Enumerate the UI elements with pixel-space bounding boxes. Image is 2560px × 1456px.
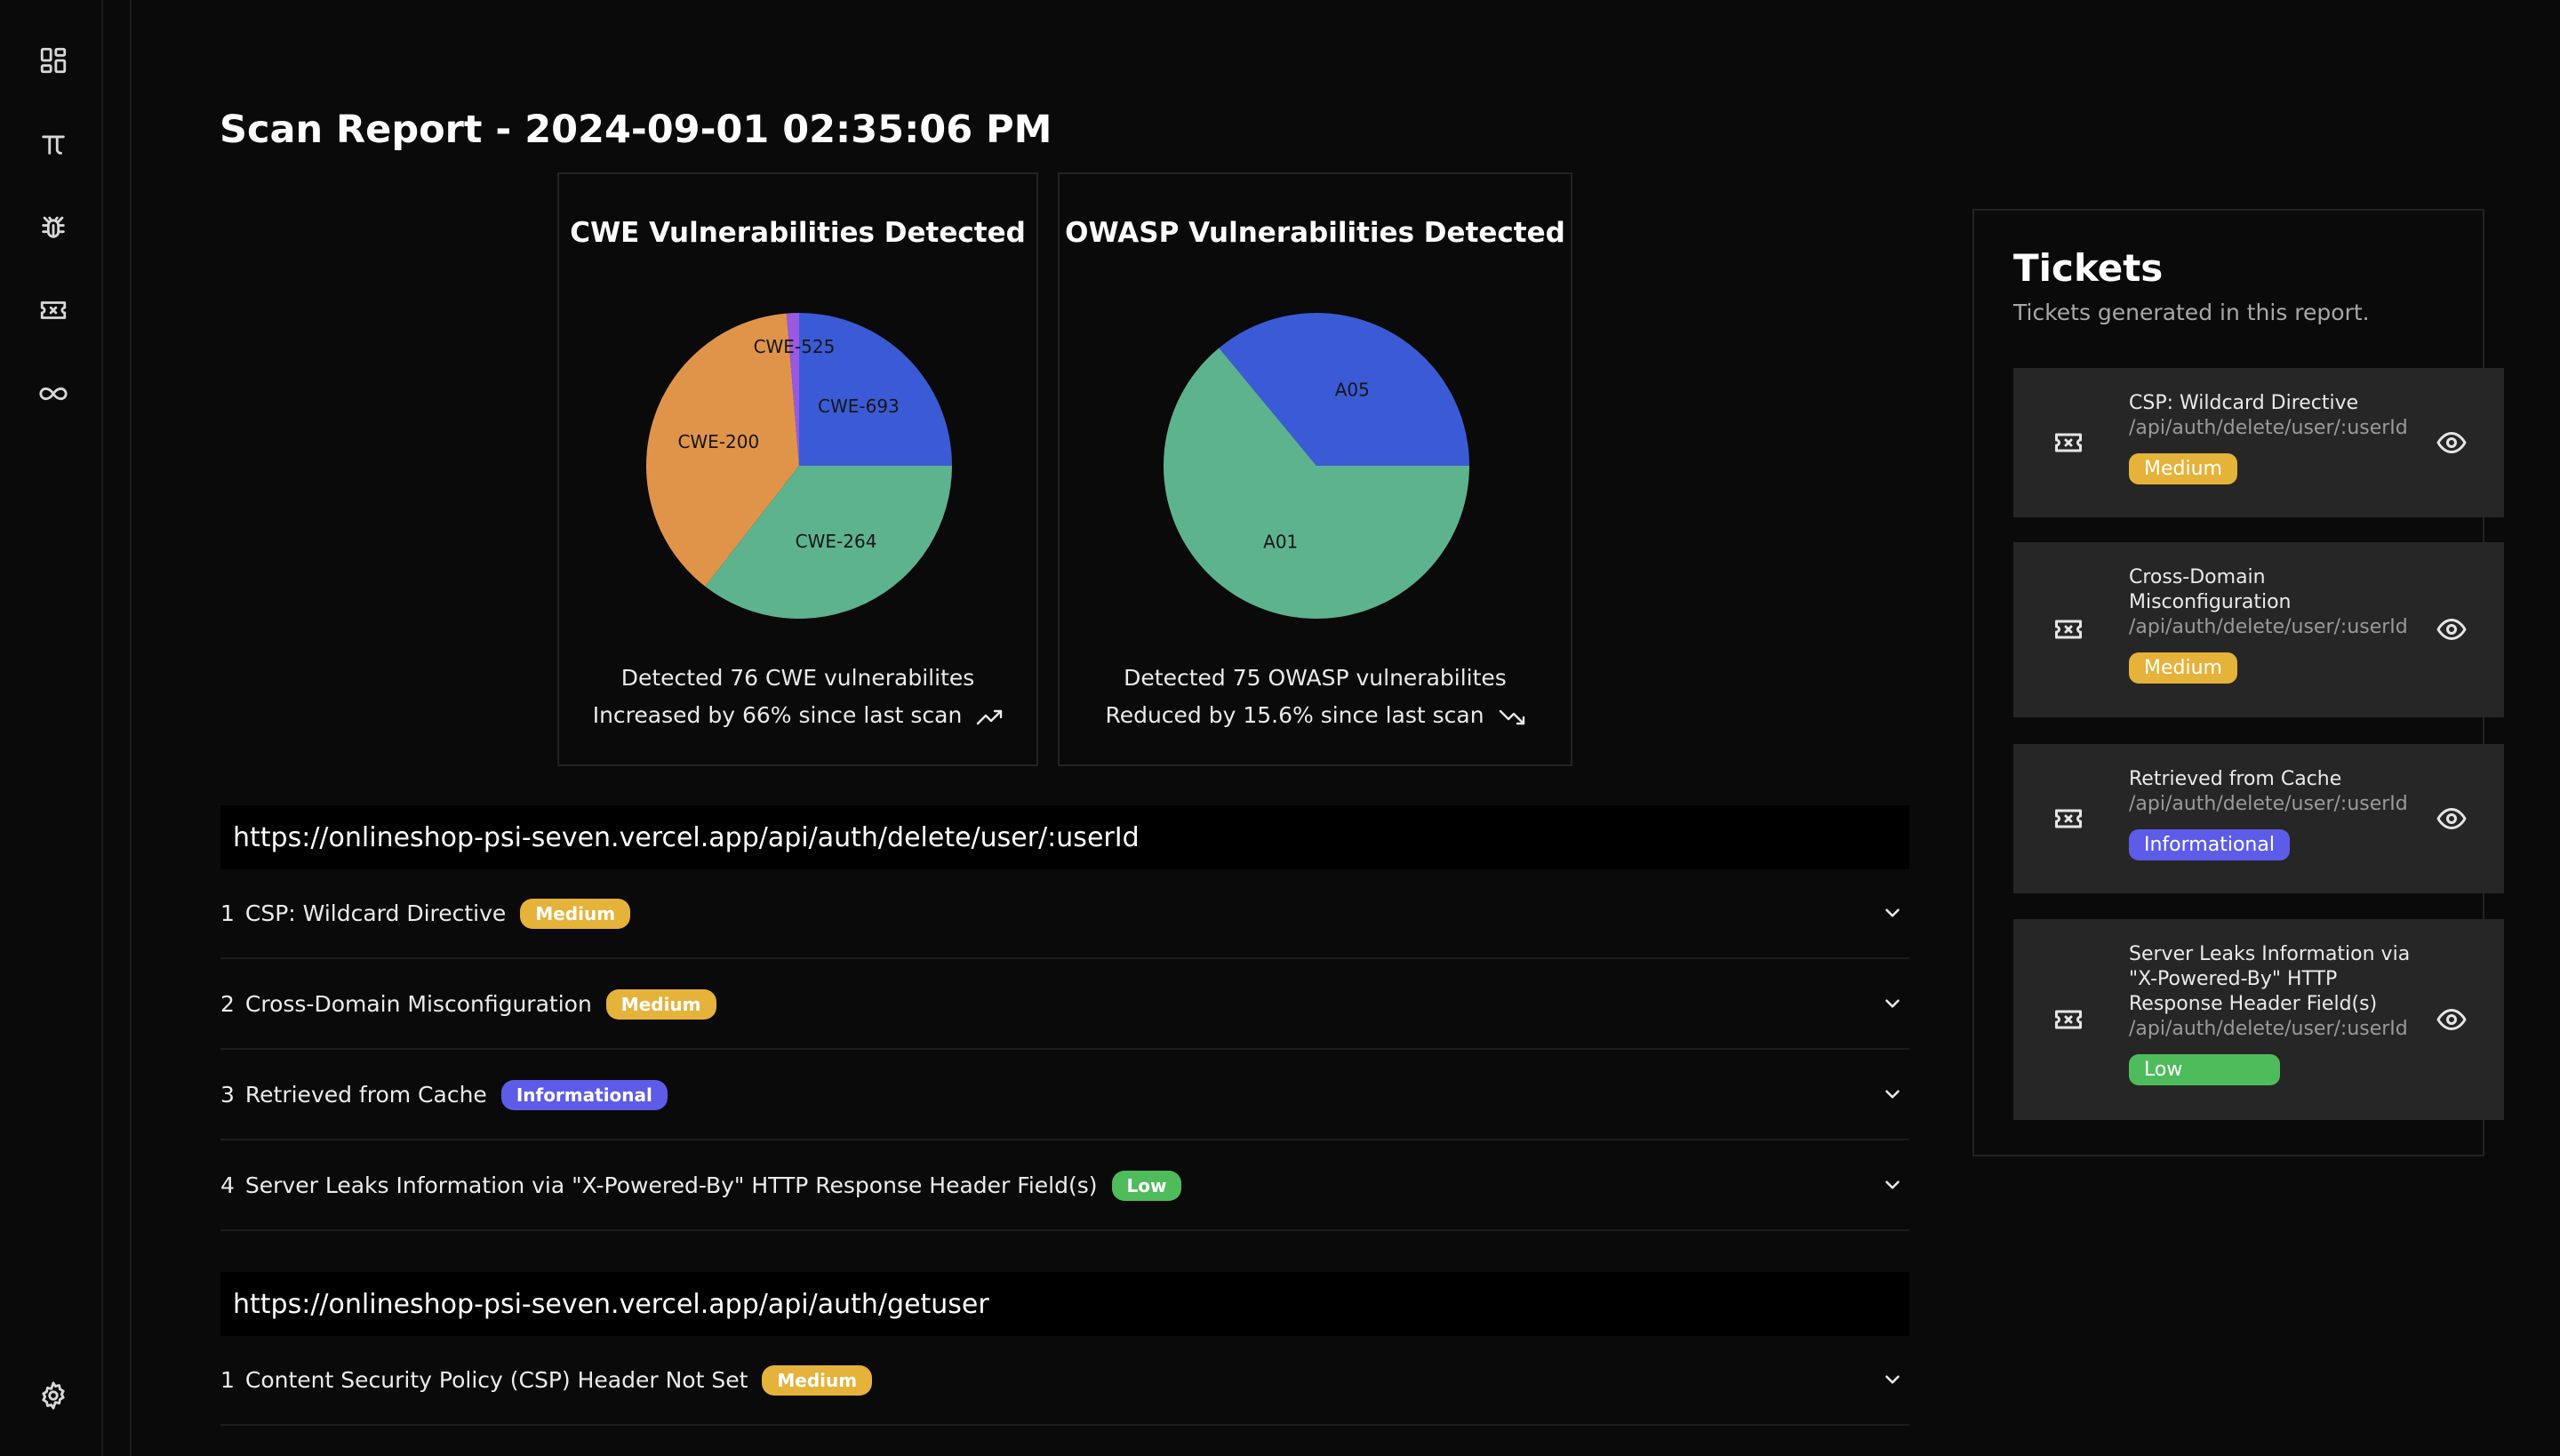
bug-icon[interactable] <box>33 206 74 247</box>
severity-badge: Informational <box>2129 829 2290 860</box>
infinity-icon[interactable] <box>33 373 74 414</box>
dashboard-icon[interactable] <box>33 40 74 81</box>
vulnerability-row[interactable]: 1 CSP: Wildcard Directive Medium <box>220 869 1909 959</box>
ticket-icon <box>2052 803 2084 835</box>
ticket-path: /api/auth/delete/user/:userId <box>2129 1018 2408 1040</box>
severity-badge: Medium <box>2129 453 2237 484</box>
eye-icon[interactable] <box>2436 427 2468 459</box>
ticket-icon <box>2052 613 2084 645</box>
ticket-name: Cross-Domain Misconfiguration <box>2129 566 2292 613</box>
ticket-name: CSP: Wildcard Directive <box>2129 392 2359 414</box>
trending-up-icon <box>976 707 1003 726</box>
row-number: 1 <box>220 1367 235 1393</box>
vulnerability-row[interactable]: 3 Retrieved from Cache Informational <box>220 1051 1909 1140</box>
row-number: 4 <box>220 1172 235 1198</box>
vulnerability-row[interactable]: 1 Content Security Policy (CSP) Header N… <box>220 1336 1909 1426</box>
row-number: 1 <box>220 900 235 926</box>
chevron-down-icon[interactable] <box>1881 1083 1904 1106</box>
ticket-icon[interactable] <box>33 290 74 331</box>
chart-title: CWE Vulnerabilities Detected <box>570 217 1026 249</box>
pie-label: A01 <box>1263 532 1298 553</box>
ticket-icon <box>2052 1004 2084 1036</box>
vulnerability-name: Cross-Domain Misconfiguration <box>244 991 592 1017</box>
ticket-path: /api/auth/delete/user/:userId <box>2129 417 2408 439</box>
pi-icon[interactable] <box>33 123 74 164</box>
gear-icon[interactable] <box>33 1375 74 1416</box>
pie-label: CWE-200 <box>677 431 759 452</box>
ticket-body: Cross-Domain Misconfiguration /api/auth/… <box>2129 565 2422 684</box>
ticket-name: Retrieved from Cache <box>2129 768 2342 790</box>
trend-text: Increased by 66% since last scan <box>592 702 963 728</box>
severity-badge: Medium <box>520 898 631 929</box>
severity-badge: Low <box>1111 1170 1182 1201</box>
chevron-down-icon[interactable] <box>1881 992 1904 1015</box>
vulnerability-name: CSP: Wildcard Directive <box>244 900 507 926</box>
row-number: 3 <box>220 1082 235 1108</box>
chart-trend: Reduced by 15.6% since last scan <box>1060 702 1571 728</box>
pie-label: CWE-264 <box>796 531 877 552</box>
chart-title: OWASP Vulnerabilities Detected <box>1065 217 1565 249</box>
chevron-down-icon[interactable] <box>1881 1368 1904 1391</box>
vulnerability-name: Server Leaks Information via "X-Powered-… <box>244 1172 1098 1198</box>
chart-trend: Increased by 66% since last scan <box>559 702 1036 728</box>
vulnerability-row[interactable]: 4 Server Leaks Information via "X-Powere… <box>220 1141 1909 1231</box>
ticket-path: /api/auth/delete/user/:userId <box>2129 793 2408 815</box>
vulnerability-name: Content Security Policy (CSP) Header Not… <box>244 1367 748 1393</box>
severity-badge: Low <box>2129 1054 2281 1085</box>
eye-icon[interactable] <box>2436 1004 2468 1036</box>
sidebar <box>0 0 103 1456</box>
trending-down-icon <box>1499 707 1525 726</box>
pie-label: CWE-693 <box>818 396 900 417</box>
page-title: Scan Report - 2024-09-01 02:35:06 PM <box>220 107 1052 152</box>
chart-summary: Detected 76 CWE vulnerabilites <box>620 665 975 691</box>
ticket-card[interactable]: Server Leaks Information via "X-Powered-… <box>2013 919 2504 1120</box>
owasp-chart-card: OWASP Vulnerabilities Detected A05 A01 De… <box>1058 172 1572 766</box>
row-number: 2 <box>220 991 235 1017</box>
tickets-panel: Tickets Tickets generated in this report… <box>1972 209 2504 1156</box>
url-header: https://onlineshop-psi-seven.vercel.app/… <box>220 1272 1909 1336</box>
ticket-body: Server Leaks Information via "X-Powered-… <box>2129 942 2422 1085</box>
vulnerability-name: Retrieved from Cache <box>244 1082 487 1108</box>
url-header: https://onlineshop-psi-seven.vercel.app/… <box>220 805 1909 869</box>
tickets-title: Tickets <box>2013 246 2164 290</box>
ticket-body: Retrieved from Cache /api/auth/delete/us… <box>2129 767 2422 860</box>
severity-badge: Medium <box>2129 652 2237 684</box>
ticket-path: /api/auth/delete/user/:userId <box>2129 616 2408 638</box>
ticket-card[interactable]: Retrieved from Cache /api/auth/delete/us… <box>2013 744 2504 893</box>
ticket-name: Server Leaks Information via "X-Powered-… <box>2129 943 2411 1015</box>
divider <box>130 0 132 1456</box>
ticket-icon <box>2052 427 2084 459</box>
pie-label: CWE-525 <box>754 336 836 357</box>
chart-summary: Detected 75 OWASP vulnerabilites <box>1124 665 1507 691</box>
chevron-down-icon[interactable] <box>1881 901 1904 924</box>
ticket-card[interactable]: Cross-Domain Misconfiguration /api/auth/… <box>2013 542 2504 717</box>
ticket-card[interactable]: CSP: Wildcard Directive /api/auth/delete… <box>2013 368 2504 517</box>
eye-icon[interactable] <box>2436 613 2468 645</box>
cwe-pie-chart: CWE-693 CWE-525 CWE-200 CWE-264 <box>645 313 952 619</box>
severity-badge: Informational <box>500 1079 668 1110</box>
vulnerability-row[interactable]: 2 Cross-Domain Misconfiguration Medium <box>220 960 1909 1050</box>
chevron-down-icon[interactable] <box>1881 1173 1904 1196</box>
cwe-chart-card: CWE Vulnerabilities Detected CWE-693 CWE-… <box>557 172 1038 766</box>
owasp-pie-chart: A05 A01 <box>1164 313 1469 619</box>
tickets-subtitle: Tickets generated in this report. <box>2013 300 2370 325</box>
severity-badge: Medium <box>605 988 716 1020</box>
eye-icon[interactable] <box>2436 803 2468 835</box>
pie-label: A05 <box>1335 379 1370 400</box>
trend-text: Reduced by 15.6% since last scan <box>1105 702 1484 728</box>
severity-badge: Medium <box>762 1364 873 1396</box>
ticket-body: CSP: Wildcard Directive /api/auth/delete… <box>2129 391 2422 484</box>
